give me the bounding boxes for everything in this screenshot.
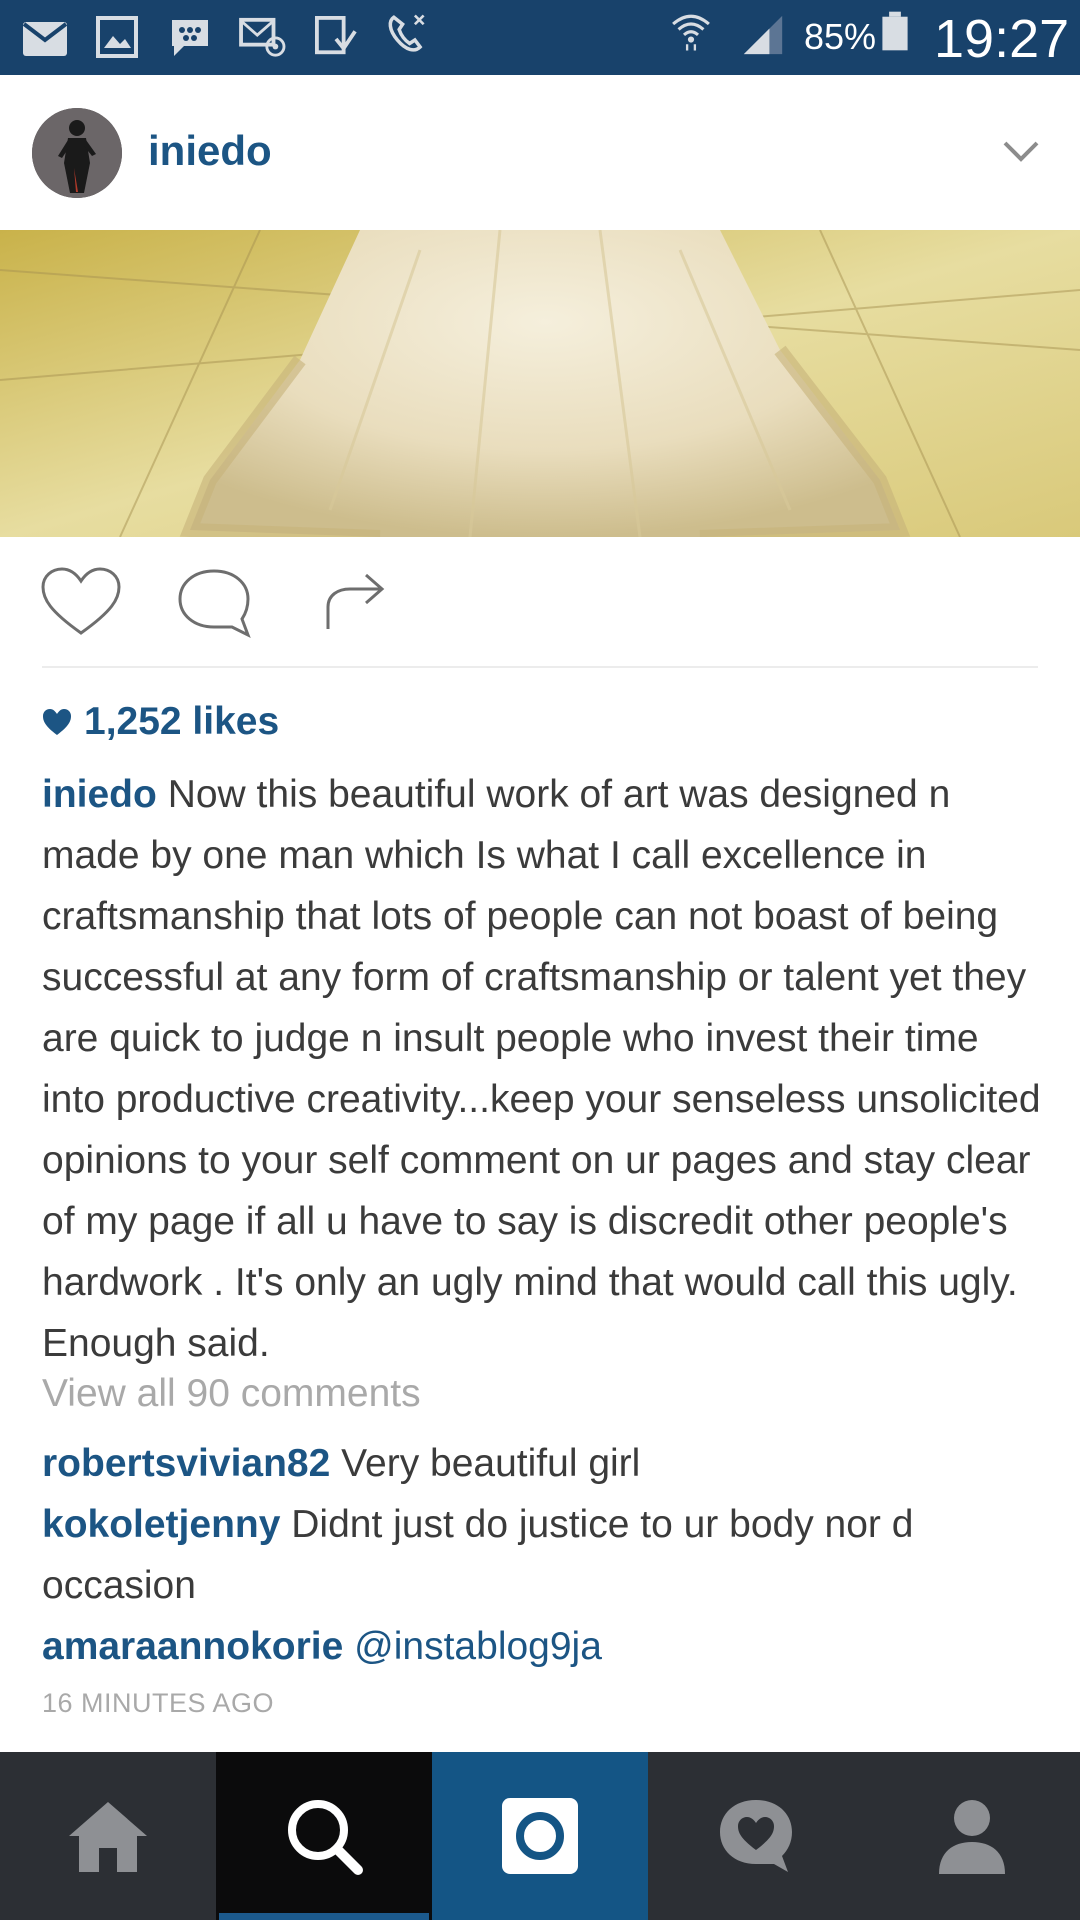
divider — [42, 666, 1038, 668]
caption-text: Now this beautiful work of art was desig… — [42, 773, 1041, 1365]
download-icon — [315, 16, 357, 55]
post-header: iniedo — [0, 75, 1080, 230]
signal-icon — [743, 15, 783, 55]
view-all-comments-link[interactable]: View all 90 comments — [42, 1372, 421, 1416]
comment-icon[interactable] — [176, 567, 252, 639]
status-bar: 85% 19:27 — [0, 0, 1080, 75]
comment-mention[interactable]: @instablog9ja — [354, 1625, 602, 1668]
tab-search[interactable] — [216, 1752, 432, 1920]
share-icon[interactable] — [322, 567, 388, 633]
comment-text: Very beautiful girl — [341, 1442, 641, 1485]
heart-icon[interactable] — [40, 567, 122, 637]
comment-username[interactable]: kokoletjenny — [42, 1503, 280, 1546]
clock: 19:27 — [934, 9, 1070, 69]
comment-item: kokoletjenny Didnt just do justice to ur… — [42, 1494, 1042, 1616]
comment-item: amaraannokorie @instablog9ja — [42, 1616, 1042, 1677]
avatar[interactable] — [32, 108, 122, 198]
email-at-icon — [239, 17, 286, 57]
tab-home[interactable] — [0, 1752, 216, 1920]
tab-activity[interactable] — [648, 1752, 864, 1920]
active-tab-indicator — [219, 1913, 429, 1920]
post-photo[interactable] — [0, 230, 1080, 537]
home-icon — [69, 1802, 147, 1872]
post-timestamp: 16 MINUTES AGO — [42, 1688, 275, 1718]
profile-icon — [939, 1800, 1005, 1874]
battery-icon — [882, 11, 908, 51]
tab-profile[interactable] — [864, 1752, 1080, 1920]
caption-username[interactable]: iniedo — [42, 773, 157, 816]
comments-list: robertsvivian82 Very beautiful girl koko… — [42, 1433, 1042, 1677]
post-username[interactable]: iniedo — [148, 127, 272, 175]
mail-icon — [22, 22, 68, 56]
chevron-down-icon[interactable] — [1003, 140, 1039, 162]
wifi-icon — [672, 14, 710, 51]
avatar-image — [32, 108, 122, 198]
search-icon — [288, 1800, 363, 1875]
bbm-icon — [172, 20, 208, 56]
comment-item: robertsvivian82 Very beautiful girl — [42, 1433, 1042, 1494]
wedding-dress-image — [0, 230, 1080, 537]
likes-label: 1,252 likes — [84, 700, 280, 743]
comment-username[interactable]: robertsvivian82 — [42, 1442, 330, 1485]
camera-icon — [502, 1798, 578, 1874]
small-heart-icon — [43, 709, 71, 735]
missed-call-icon — [388, 14, 425, 52]
comment-username[interactable]: amaraannokorie — [42, 1625, 343, 1668]
activity-heart-icon — [720, 1800, 792, 1872]
likes-count[interactable]: 1,252 likes — [42, 700, 279, 744]
gallery-icon — [96, 16, 138, 58]
post-actions — [0, 537, 1080, 667]
tab-camera[interactable] — [432, 1752, 648, 1920]
bottom-nav — [0, 1752, 1080, 1920]
caption: iniedo Now this beautiful work of art wa… — [42, 764, 1042, 1374]
battery-percent: 85% — [804, 16, 877, 57]
